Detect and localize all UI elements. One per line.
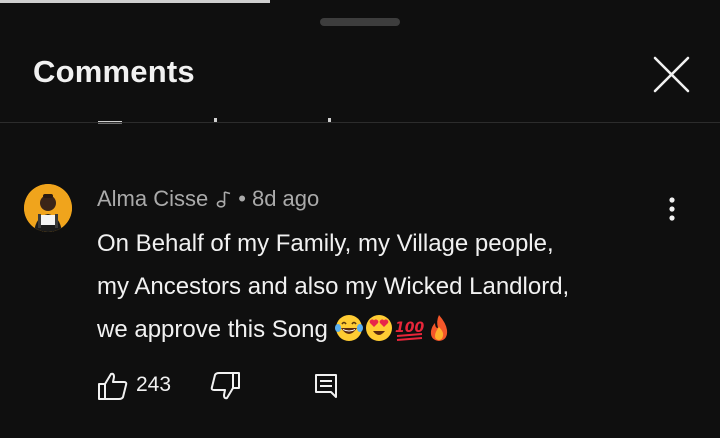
comment-line: my Ancestors and also my Wicked Landlord… (97, 273, 570, 300)
comment-line: On Behalf of my Family, my Village peopl… (97, 230, 554, 257)
close-icon (653, 56, 690, 93)
progress-bar (0, 0, 270, 3)
comment-line: we approve this Song (97, 316, 328, 343)
heart-eyes-emoji (365, 314, 392, 341)
reply-button[interactable] (310, 370, 342, 402)
comment-meta: Alma Cisse • 8d ago (97, 186, 319, 212)
comment-author[interactable]: Alma Cisse (97, 186, 208, 212)
avatar[interactable] (24, 184, 72, 232)
emoji-row: 100 (334, 313, 454, 343)
header-divider (0, 122, 720, 123)
comment-menu-button[interactable] (658, 195, 686, 225)
close-button[interactable] (648, 52, 694, 98)
avatar-image (24, 184, 72, 232)
comment-body: On Behalf of my Family, my Village peopl… (97, 222, 697, 351)
drag-handle[interactable] (320, 18, 400, 26)
fire-emoji (430, 314, 447, 341)
comment-line-last: we approve this Song 100 (97, 308, 697, 351)
thumbs-down-icon (210, 372, 240, 400)
reply-icon (315, 374, 337, 398)
meta-separator: • (238, 186, 246, 211)
hundred-points-emoji: 100 (395, 320, 424, 341)
like-button[interactable] (96, 370, 130, 402)
more-vert-icon (669, 197, 675, 221)
dislike-button[interactable] (208, 370, 242, 402)
like-count: 243 (136, 373, 172, 396)
comments-sheet: Comments Alma Cisse • 8d ago On Behalf o… (0, 0, 720, 438)
music-note-icon (216, 191, 231, 208)
laughing-tears-emoji (334, 314, 363, 341)
thumbs-up-icon (98, 372, 128, 400)
page-title: Comments (33, 54, 195, 89)
comment-time: 8d ago (251, 186, 320, 211)
comment-actions: 243 (96, 368, 396, 404)
